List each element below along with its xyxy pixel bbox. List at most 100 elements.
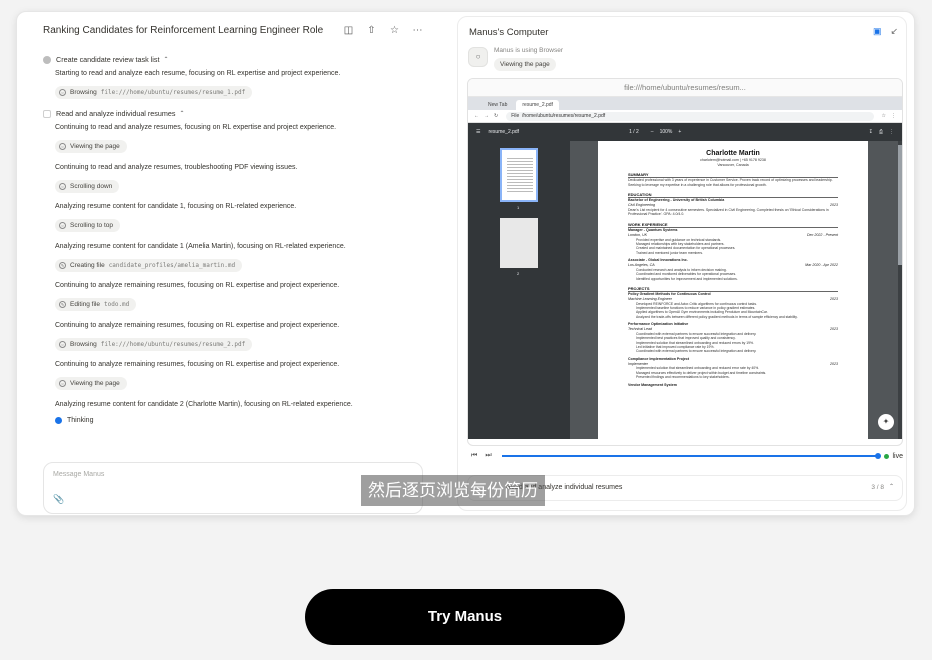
action-chip[interactable]: ○ Browsing file:///home/ubuntu/resumes/r…: [55, 338, 253, 351]
action-chip[interactable]: ○ Scrolling to top: [55, 219, 120, 232]
chevron-up-icon: ⌃: [888, 484, 894, 490]
project-year: 2023: [830, 361, 838, 366]
chip-action: Scrolling to top: [70, 222, 113, 229]
step-label: Create candidate review task list: [56, 55, 160, 64]
panel-title: Manus's Computer: [469, 27, 549, 38]
pdf-toolbar: ☰ resume_2.pdf 1 / 2 – 100% + ↧ ⎙ ⋮: [468, 123, 902, 141]
zoom-in-icon[interactable]: +: [678, 129, 681, 135]
job-location: London, UK: [628, 232, 647, 237]
file-edit-icon: ✎: [59, 262, 66, 269]
zoom-out-icon[interactable]: –: [651, 129, 654, 135]
pdf-page: Charlotte Martin charlotem@hotmail.com |…: [598, 141, 868, 439]
computer-panel: Manus's Computer ▣ ↙ ○ Manus is using Br…: [457, 16, 907, 511]
file-icon[interactable]: ◫: [343, 25, 354, 36]
tab-resume[interactable]: resume_2.pdf: [516, 100, 559, 110]
task-step[interactable]: Read and analyze individual resumes ⌃: [43, 109, 185, 118]
bullet: Identified opportunities for improvement…: [636, 276, 738, 281]
resume-location: Vancouver, Canada: [717, 163, 749, 167]
monitor-icon[interactable]: ▣: [873, 26, 882, 37]
chat-pane: Ranking Candidates for Reinforcement Lea…: [17, 12, 447, 515]
try-manus-button[interactable]: Try Manus: [305, 589, 625, 645]
page-thumbnail[interactable]: [500, 148, 538, 202]
message-input[interactable]: Message Manus: [53, 471, 104, 478]
thumb-label: 1: [517, 205, 520, 210]
job-dates: Dec 2022 - Present: [807, 232, 838, 237]
thinking-label: Thinking: [67, 417, 94, 424]
status-message: Continuing to analyze remaining resumes,…: [55, 361, 340, 368]
pdf-viewer[interactable]: 1 2 Charlotte Martin charlotem@hotmail.c…: [468, 141, 902, 439]
page-indicator[interactable]: 1 / 2: [629, 129, 639, 135]
browser-icon: ○: [59, 143, 66, 150]
resume-name: Charlotte Martin: [706, 150, 760, 157]
chevron-up-icon: ⌃: [179, 111, 185, 117]
chip-action: Creating file: [70, 262, 105, 269]
more-icon[interactable]: ⋯: [412, 25, 423, 36]
live-dot-icon: [884, 453, 890, 459]
edu-note: Dean's List recipient for 4 consecutive …: [628, 207, 829, 217]
omnibox[interactable]: File /home/ubuntu/resumes/resume_2.pdf: [506, 111, 874, 121]
bullet: Presented findings and recommendations t…: [636, 375, 730, 380]
url-bar: file:///home/ubuntu/resumes/resum...: [468, 79, 902, 97]
chip-action: Browsing: [70, 341, 97, 348]
action-chip[interactable]: ✎ Creating file candidate_profiles/ameli…: [55, 259, 243, 272]
chip-target: candidate_profiles/amelia_martin.md: [108, 262, 236, 269]
using-action-chip: Viewing the page: [494, 58, 556, 71]
browser-icon: ○: [59, 222, 66, 229]
skip-back-icon[interactable]: ⏮: [471, 452, 477, 460]
bullet: Coordinated with external partners to en…: [636, 349, 757, 354]
video-subtitle: 然后逐页浏览每份简历: [361, 475, 545, 506]
cursor-icon[interactable]: ✦: [878, 414, 894, 430]
chip-action: Editing file: [70, 301, 100, 308]
chevron-up-icon: ⌃: [163, 57, 169, 63]
chip-target: file:///home/ubuntu/resumes/resume_2.pdf: [100, 341, 246, 348]
download-icon[interactable]: ↧: [869, 129, 873, 135]
tab-new[interactable]: New Tab: [482, 100, 513, 110]
status-message: Analyzing resume content for candidate 1…: [55, 243, 346, 250]
chip-action: Browsing: [70, 89, 97, 96]
minimize-icon[interactable]: ↙: [890, 26, 898, 37]
page-thumbnail[interactable]: [500, 218, 538, 268]
action-chip[interactable]: ○ Browsing file:///home/ubuntu/resumes/r…: [55, 86, 253, 99]
star-icon[interactable]: ☆: [389, 25, 400, 36]
action-chip[interactable]: ○ Scrolling down: [55, 180, 120, 193]
back-icon[interactable]: ←: [474, 113, 479, 119]
project-role: Machine Learning Engineer: [628, 296, 672, 301]
status-message: Continuing to read and analyze resumes, …: [55, 124, 337, 131]
status-message: Continuing to analyze remaining resumes,…: [55, 322, 340, 329]
print-icon[interactable]: ⎙: [879, 129, 883, 135]
zoom-level[interactable]: 100%: [660, 129, 673, 135]
action-chip[interactable]: ○ Viewing the page: [55, 140, 127, 153]
forward-icon[interactable]: →: [484, 113, 489, 119]
status-message: Starting to read and analyze each resume…: [55, 70, 341, 77]
thumb-label: 2: [517, 271, 520, 276]
browser-icon: ○: [59, 341, 66, 348]
action-chip[interactable]: ✎ Editing file todo.md: [55, 298, 137, 311]
check-icon: [43, 55, 51, 64]
pdf-scrollbar[interactable]: [898, 141, 902, 439]
menu-icon[interactable]: ☰: [476, 129, 480, 135]
action-chip[interactable]: ○ Viewing the page: [55, 377, 127, 390]
task-step[interactable]: Create candidate review task list ⌃: [43, 55, 169, 64]
manus-window: Ranking Candidates for Reinforcement Lea…: [16, 11, 915, 516]
timeline-knob[interactable]: [875, 453, 882, 459]
timeline-slider[interactable]: [501, 453, 882, 459]
browser-icon: ○: [59, 380, 66, 387]
chip-action: Scrolling down: [70, 183, 113, 190]
bullet: Trained and mentored junior team members…: [636, 250, 703, 255]
reload-icon[interactable]: ↻: [494, 113, 498, 119]
more-icon[interactable]: ⋮: [891, 113, 896, 119]
paperclip-icon[interactable]: 📎: [53, 494, 64, 505]
skip-forward-icon[interactable]: ⏭: [485, 452, 491, 460]
star-icon[interactable]: ☆: [882, 113, 886, 119]
task-title: Ranking Candidates for Reinforcement Lea…: [43, 24, 324, 36]
browser-icon: ○: [468, 47, 488, 67]
browser-icon: ○: [59, 183, 66, 190]
progress-count: 3 / 8: [871, 484, 884, 491]
resume-contact: charlotem@hotmail.com | +65 9178 9238: [700, 158, 766, 162]
more-icon[interactable]: ⋮: [889, 129, 894, 135]
chip-target: todo.md: [104, 301, 130, 308]
share-icon[interactable]: ⇧: [366, 25, 377, 36]
omnibox-prefix: File: [511, 112, 520, 119]
summary-text: Dedicated professional with 3 years of e…: [628, 178, 833, 187]
live-badge[interactable]: live: [884, 453, 903, 460]
